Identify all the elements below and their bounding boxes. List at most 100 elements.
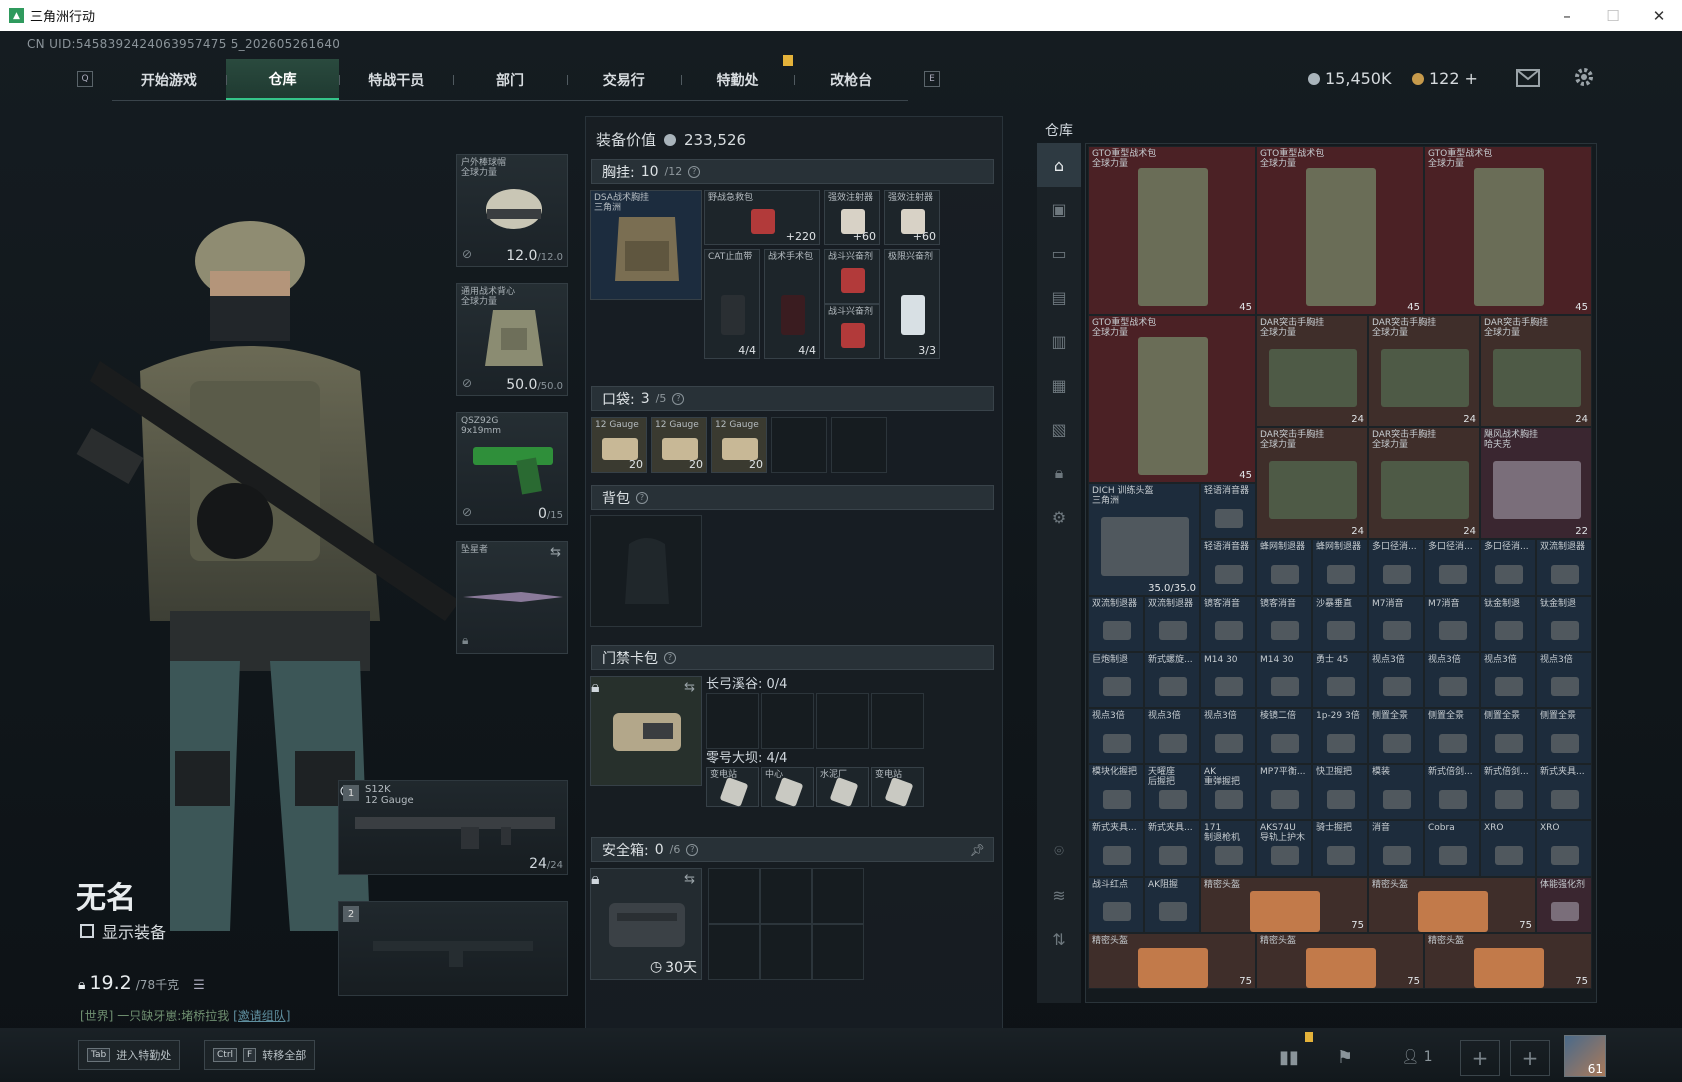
warehouse-item[interactable]: 新式倍剑... [1424,764,1480,821]
help-icon[interactable]: ? [664,651,676,664]
warehouse-item[interactable]: 精密头盔 75 [1424,932,1592,989]
warehouse-item[interactable]: 精密头盔 75 [1088,932,1256,989]
invite-slot-button[interactable]: + [1460,1040,1500,1076]
nav-next-key[interactable]: E [924,71,940,87]
help-icon[interactable]: ? [636,491,648,504]
chest-rig-item[interactable]: DSA战术胸挂 三角洲 [590,190,702,300]
maximize-button[interactable]: ☐ [1590,0,1636,31]
warehouse-item[interactable]: 多口径消... [1368,539,1424,596]
warehouse-item[interactable]: 多口径消... [1480,539,1536,596]
armor-tab-icon[interactable]: ▤ [1037,275,1081,319]
layers-tab-icon[interactable]: ≋ [1037,873,1081,917]
player-avatar[interactable]: 61 [1564,1035,1606,1077]
show-equipment-toggle[interactable]: 显示装备 [80,919,166,943]
chest-item[interactable]: CAT止血带 4/4 [704,249,760,359]
tab-3[interactable]: 部门 [453,59,567,100]
warehouse-item[interactable]: GTO重型战术包 全球力量 45 [1424,146,1592,315]
warehouse-item[interactable]: 精密头盔 75 [1200,876,1368,933]
pocket-item[interactable]: 12 Gauge 20 [711,417,767,473]
warehouse-item[interactable]: M14 30 [1256,651,1312,708]
safe-empty-slot[interactable] [812,868,864,924]
keycard-slot[interactable]: 变电站 [706,767,759,808]
warehouse-item[interactable]: 精密头盔 75 [1256,932,1424,989]
warehouse-item[interactable]: 镜客消音 [1200,595,1256,652]
warehouse-item[interactable]: 新式螺旋... [1144,651,1200,708]
help-icon[interactable]: ? [688,165,701,178]
warehouse-item[interactable]: XRO [1536,820,1592,877]
warehouse-item[interactable]: 新式夹具... [1536,764,1592,821]
warehouse-item[interactable]: 勇士 45 [1312,651,1368,708]
warehouse-item[interactable]: 171 制退枪机 [1200,820,1256,877]
warehouse-item[interactable]: 模块化握把 [1088,764,1144,821]
chat-invite-link[interactable]: [邀请组队] [233,1009,290,1023]
weapon-tab-icon[interactable]: ▭ [1037,231,1081,275]
warehouse-item[interactable]: 巨炮制退 [1088,651,1144,708]
helmet-slot[interactable]: 户外棒球帽 全球力量 ⊘ 12.0/12.0 [456,154,568,267]
pin-icon[interactable]: 📌︎ [970,843,985,857]
warehouse-item[interactable]: 快卫握把 [1312,764,1368,821]
warehouse-item[interactable]: 天曜座 后握把 [1144,764,1200,821]
keycard-slot[interactable] [816,693,869,749]
warehouse-item[interactable]: 视点3倍 [1200,708,1256,765]
safe-empty-slot[interactable] [760,924,812,980]
warehouse-item[interactable]: 精密头盔 75 [1368,876,1536,933]
warehouse-item[interactable]: DAR突击手胸挂 全球力量 24 [1480,314,1592,427]
armor-slot[interactable]: 通用战术背心 全球力量 ⊘ 50.0/50.0 [456,283,568,396]
warehouse-item[interactable]: 视点3倍 [1480,651,1536,708]
warehouse-item[interactable]: 蜂网制退器 [1256,539,1312,596]
chest-item[interactable]: 战斗兴奋剂 [824,304,880,359]
warehouse-item[interactable]: 战斗红点 [1088,876,1144,933]
warehouse-item[interactable]: 沙暴垂直 [1312,595,1368,652]
warehouse-item[interactable]: 消音 [1368,820,1424,877]
help-icon[interactable]: ? [686,843,699,856]
keycard-slot[interactable]: 中心 [761,767,814,808]
gold-currency[interactable]: 122 + [1412,69,1478,88]
warehouse-item[interactable]: 双流制退器 [1536,539,1592,596]
warehouse-item[interactable]: 新式倍剑... [1480,764,1536,821]
helmet-tab-icon[interactable]: ▦ [1037,363,1081,407]
warehouse-item[interactable]: DICH 训练头盔 三角洲 35.0/35.0 [1088,483,1200,596]
pocket-item[interactable]: 12 Gauge 20 [651,417,707,473]
warehouse-item[interactable]: DAR突击手胸挂 全球力量 24 [1256,314,1368,427]
secondary-weapon-slot[interactable]: 2 [338,901,568,996]
pocket-item[interactable]: 12 Gauge 20 [591,417,647,473]
profile-tab-icon[interactable]: ⌾ [1037,829,1081,873]
settings-tab-icon[interactable]: ⚙ [1037,495,1081,539]
warehouse-item[interactable]: 新式夹具... [1144,820,1200,877]
tab-1[interactable]: 仓库 [225,59,340,100]
warehouse-item[interactable]: 视点3倍 [1536,651,1592,708]
warehouse-item[interactable]: AK阻握 [1144,876,1200,933]
gold-add-button[interactable]: + [1465,69,1478,88]
warehouse-item[interactable]: 侧置全景 [1536,708,1592,765]
help-icon[interactable]: ? [672,392,685,405]
chest-item[interactable]: 极限兴奋剂 3/3 [884,249,940,359]
flag-icon[interactable]: ⚑ [1330,1042,1360,1072]
warehouse-item[interactable]: 蜂网制退器 [1312,539,1368,596]
keycard-slot[interactable] [706,693,759,749]
keycard-slot[interactable] [761,693,814,749]
warehouse-item[interactable]: 飓风战术胸挂 哈夫克 22 [1480,427,1592,540]
warehouse-item[interactable]: 侧置全景 [1368,708,1424,765]
tab-0[interactable]: 开始游戏 [112,59,226,100]
warehouse-item[interactable]: M14 30 [1200,651,1256,708]
tab-6[interactable]: 改枪台 [794,59,908,100]
warehouse-item[interactable]: XRO [1480,820,1536,877]
warehouse-item[interactable]: DAR突击手胸挂 全球力量 24 [1368,427,1480,540]
warehouse-item[interactable]: 骑士握把 [1312,820,1368,877]
swap-icon[interactable]: ⇆ [550,545,561,560]
warehouse-item[interactable]: M7消音 [1424,595,1480,652]
warehouse-item[interactable]: 视点3倍 [1144,708,1200,765]
warehouse-item[interactable]: 视点3倍 [1088,708,1144,765]
pocket-empty-slot[interactable] [831,417,887,473]
warehouse-item[interactable]: 镜客消音 [1256,595,1312,652]
swap-icon[interactable]: ⇆ [684,872,695,887]
safe-empty-slot[interactable] [812,924,864,980]
warehouse-item[interactable]: Cobra [1424,820,1480,877]
warehouse-item[interactable]: MP7平衡... [1256,764,1312,821]
mail-icon[interactable] [1516,69,1540,87]
tab-5[interactable]: 特勤处 [680,59,795,100]
stats-chart-icon[interactable]: ▮▮ [1274,1042,1304,1072]
invite-slot-button[interactable]: + [1510,1040,1550,1076]
nav-prev-key[interactable]: Q [77,71,93,87]
keycard-slot[interactable]: 水泥厂 [816,767,869,808]
